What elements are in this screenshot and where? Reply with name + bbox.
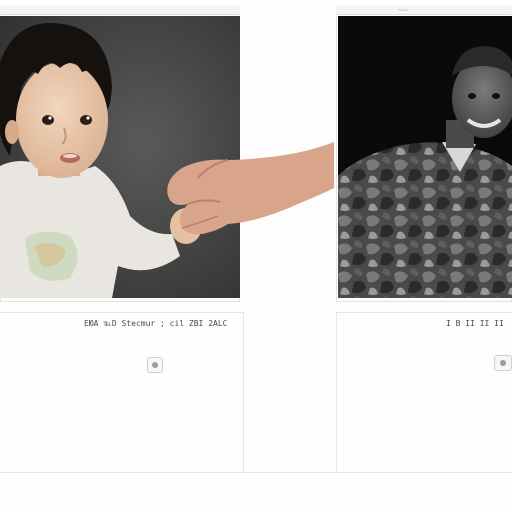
right-caption: I B II II II [446,319,504,328]
soldier-photo[interactable] [338,16,512,298]
lower-right-card-left-edge [336,312,337,472]
photo-control-icon [500,360,506,366]
reaching-hand-graphic [167,142,334,235]
left-photo-topbar [0,6,240,15]
photo-control-icon [152,362,158,368]
right-topbar-mark: ~~~ [398,7,409,14]
left-caption: EЮA ℡D Stecmur ; cil ZBI 2ALC [84,319,228,328]
soldier-photo-image [338,16,512,298]
lower-bottom-line [0,472,512,473]
right-photo-topbar: ~~~ [336,6,512,15]
left-photo-control-button[interactable] [147,357,163,373]
collage-canvas: ~~~ EЮA ℡D Stecmur ; cil ZBI 2ALC I B II… [0,0,512,512]
lower-left-card-right-edge [243,312,244,472]
right-photo-control-button[interactable] [494,355,512,371]
lower-right-card-border [336,312,512,313]
lower-left-card-border [0,312,244,313]
